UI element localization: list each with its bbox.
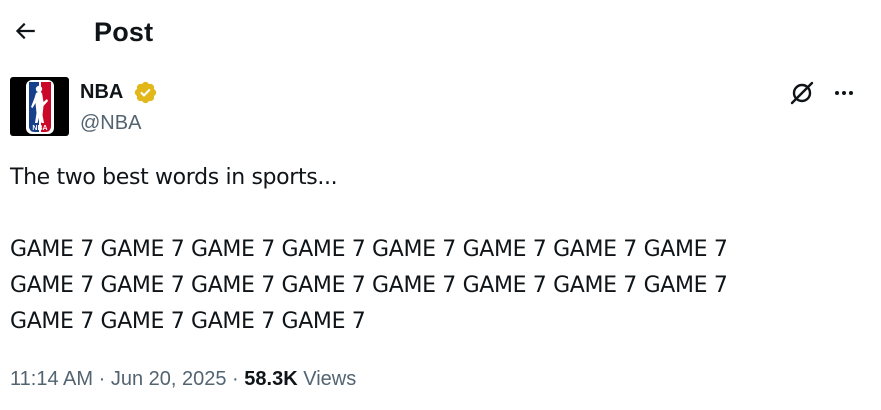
post-date: Jun 20, 2025: [110, 368, 227, 390]
author-handle[interactable]: @NBA: [80, 111, 141, 135]
avatar-logo-text: NBA: [32, 125, 47, 132]
nba-logo-icon: NBA: [25, 79, 54, 134]
post-text: The two best words in sports... GAME 7 G…: [10, 165, 728, 334]
views-count: 58.3K: [244, 368, 298, 390]
verified-badge-icon: [133, 80, 158, 105]
more-options-button[interactable]: [827, 78, 861, 108]
page-title: Post: [94, 17, 154, 47]
post-metadata: 11:14 AM · Jun 20, 2025 · 58.3K Views: [10, 366, 356, 392]
avatar[interactable]: NBA: [10, 77, 69, 136]
meta-separator: ·: [98, 368, 106, 390]
views-link[interactable]: 58.3K Views: [244, 368, 356, 390]
grok-button[interactable]: [785, 78, 819, 108]
post-time: 11:14 AM: [10, 368, 94, 390]
post-header: Post: [0, 0, 881, 66]
post-time-link[interactable]: 11:14 AM · Jun 20, 2025: [10, 368, 226, 390]
grok-icon: [790, 81, 814, 105]
more-horizontal-icon: [835, 91, 853, 95]
back-button[interactable]: [6, 12, 44, 50]
views-label: Views: [303, 368, 357, 390]
author-name[interactable]: NBA: [80, 80, 123, 104]
meta-separator: ·: [232, 368, 239, 390]
arrow-left-icon: [15, 22, 35, 40]
